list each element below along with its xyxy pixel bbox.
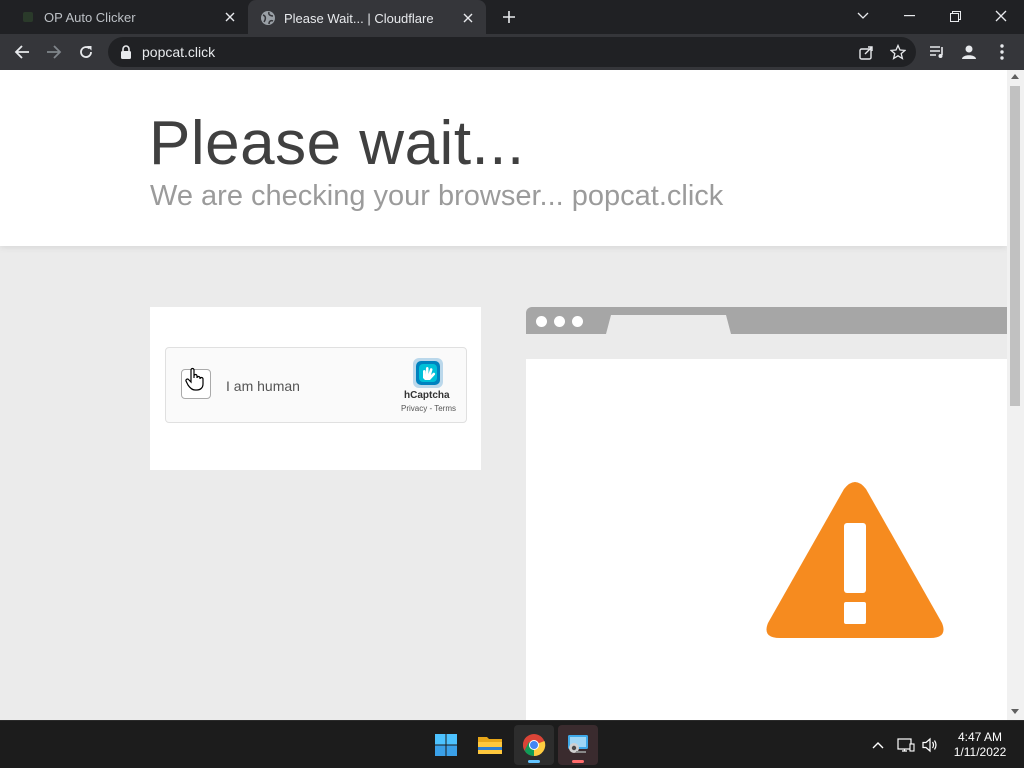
restore-icon: [949, 10, 961, 22]
running-indicator: [528, 760, 540, 763]
bookmark-star-icon[interactable]: [888, 42, 908, 62]
illustration-dot: [554, 316, 565, 327]
tab-title: Please Wait... | Cloudflare: [284, 10, 434, 26]
tab-search-button[interactable]: [840, 0, 886, 32]
share-icon[interactable]: [856, 42, 876, 62]
remote-desktop-icon: [568, 735, 588, 753]
hand-cursor-icon: [185, 367, 204, 391]
menu-button[interactable]: [988, 38, 1016, 66]
globe-icon: [260, 10, 276, 26]
windows-start-icon: [435, 734, 457, 756]
remote-desktop-button[interactable]: [558, 725, 598, 765]
volume-icon[interactable]: [920, 735, 940, 755]
close-icon: [995, 10, 1007, 22]
back-button[interactable]: [8, 38, 36, 66]
new-tab-button[interactable]: [498, 6, 520, 28]
minimize-button[interactable]: [886, 0, 932, 32]
captcha-card: I am human hCaptcha Privacy - Terms: [150, 307, 481, 470]
tab-cloudflare[interactable]: Please Wait... | Cloudflare: [248, 0, 486, 36]
captcha-label[interactable]: I am human: [226, 378, 300, 394]
url-text[interactable]: popcat.click: [142, 44, 215, 60]
chrome-taskbar-button[interactable]: [514, 725, 554, 765]
file-explorer-icon: [478, 737, 502, 754]
illustration-tab: [606, 315, 731, 334]
restore-button[interactable]: [932, 0, 978, 32]
profile-button[interactable]: [955, 38, 983, 66]
kebab-menu-icon: [1000, 44, 1004, 60]
privacy-link[interactable]: Privacy: [401, 404, 427, 413]
chevron-down-icon: [857, 12, 869, 19]
scrollbar-thumb[interactable]: [1010, 86, 1020, 406]
scroll-up-icon[interactable]: [1011, 74, 1019, 79]
hcaptcha-widget: I am human hCaptcha Privacy - Terms: [165, 347, 467, 423]
hcaptcha-brand: hCaptcha: [404, 390, 450, 401]
profile-icon: [962, 45, 976, 59]
lock-icon[interactable]: [120, 45, 132, 59]
terms-link[interactable]: Terms: [434, 404, 456, 413]
tab-op-auto-clicker[interactable]: OP Auto Clicker: [8, 0, 248, 34]
hcaptcha-logo-icon: [413, 358, 443, 388]
arrow-left-icon: [14, 45, 29, 59]
running-indicator: [572, 760, 584, 763]
illustration-dot: [536, 316, 547, 327]
chevron-up-icon[interactable]: [868, 735, 888, 755]
media-control-button[interactable]: [923, 38, 951, 66]
illustration-address-bar: [526, 334, 1007, 359]
illustration-browser-frame: [526, 307, 1007, 334]
browser-toolbar: popcat.click: [0, 34, 1024, 70]
auto-clicker-icon: [20, 9, 36, 25]
clock-time: 4:47 AM: [957, 730, 1003, 744]
plus-icon: [503, 11, 515, 23]
playlist-icon: [930, 46, 943, 58]
system-clock[interactable]: 4:47 AM 1/11/2022: [944, 730, 1016, 760]
windows-start-button[interactable]: [426, 725, 466, 765]
file-explorer-button[interactable]: [470, 725, 510, 765]
warning-triangle-icon: [766, 482, 944, 638]
illustration-dot: [572, 316, 583, 327]
minimize-icon: [903, 15, 915, 17]
close-window-button[interactable]: [978, 0, 1024, 32]
reload-button[interactable]: [72, 38, 100, 66]
chrome-icon: [523, 734, 546, 757]
close-icon[interactable]: [458, 8, 478, 28]
page-header: Please wait... We are checking your brow…: [0, 70, 1007, 246]
reload-icon: [80, 46, 92, 58]
scroll-down-icon[interactable]: [1011, 709, 1019, 714]
tab-strip: OP Auto Clicker Please Wait... | Cloudfl…: [0, 0, 1024, 36]
clock-date: 1/11/2022: [953, 745, 1007, 759]
page-title: Please wait...: [149, 109, 525, 178]
arrow-right-icon: [47, 45, 62, 59]
vertical-scrollbar[interactable]: [1007, 70, 1024, 720]
close-icon[interactable]: [220, 7, 240, 27]
network-icon[interactable]: [896, 735, 916, 755]
captcha-links: Privacy - Terms: [401, 404, 456, 413]
forward-button[interactable]: [40, 38, 68, 66]
taskbar: 4:47 AM 1/11/2022: [0, 720, 1024, 768]
address-bar[interactable]: popcat.click: [108, 37, 916, 67]
page-viewport: Please wait... We are checking your brow…: [0, 70, 1024, 720]
tab-title: OP Auto Clicker: [44, 9, 136, 25]
page-subtitle: We are checking your browser... popcat.c…: [150, 180, 724, 212]
